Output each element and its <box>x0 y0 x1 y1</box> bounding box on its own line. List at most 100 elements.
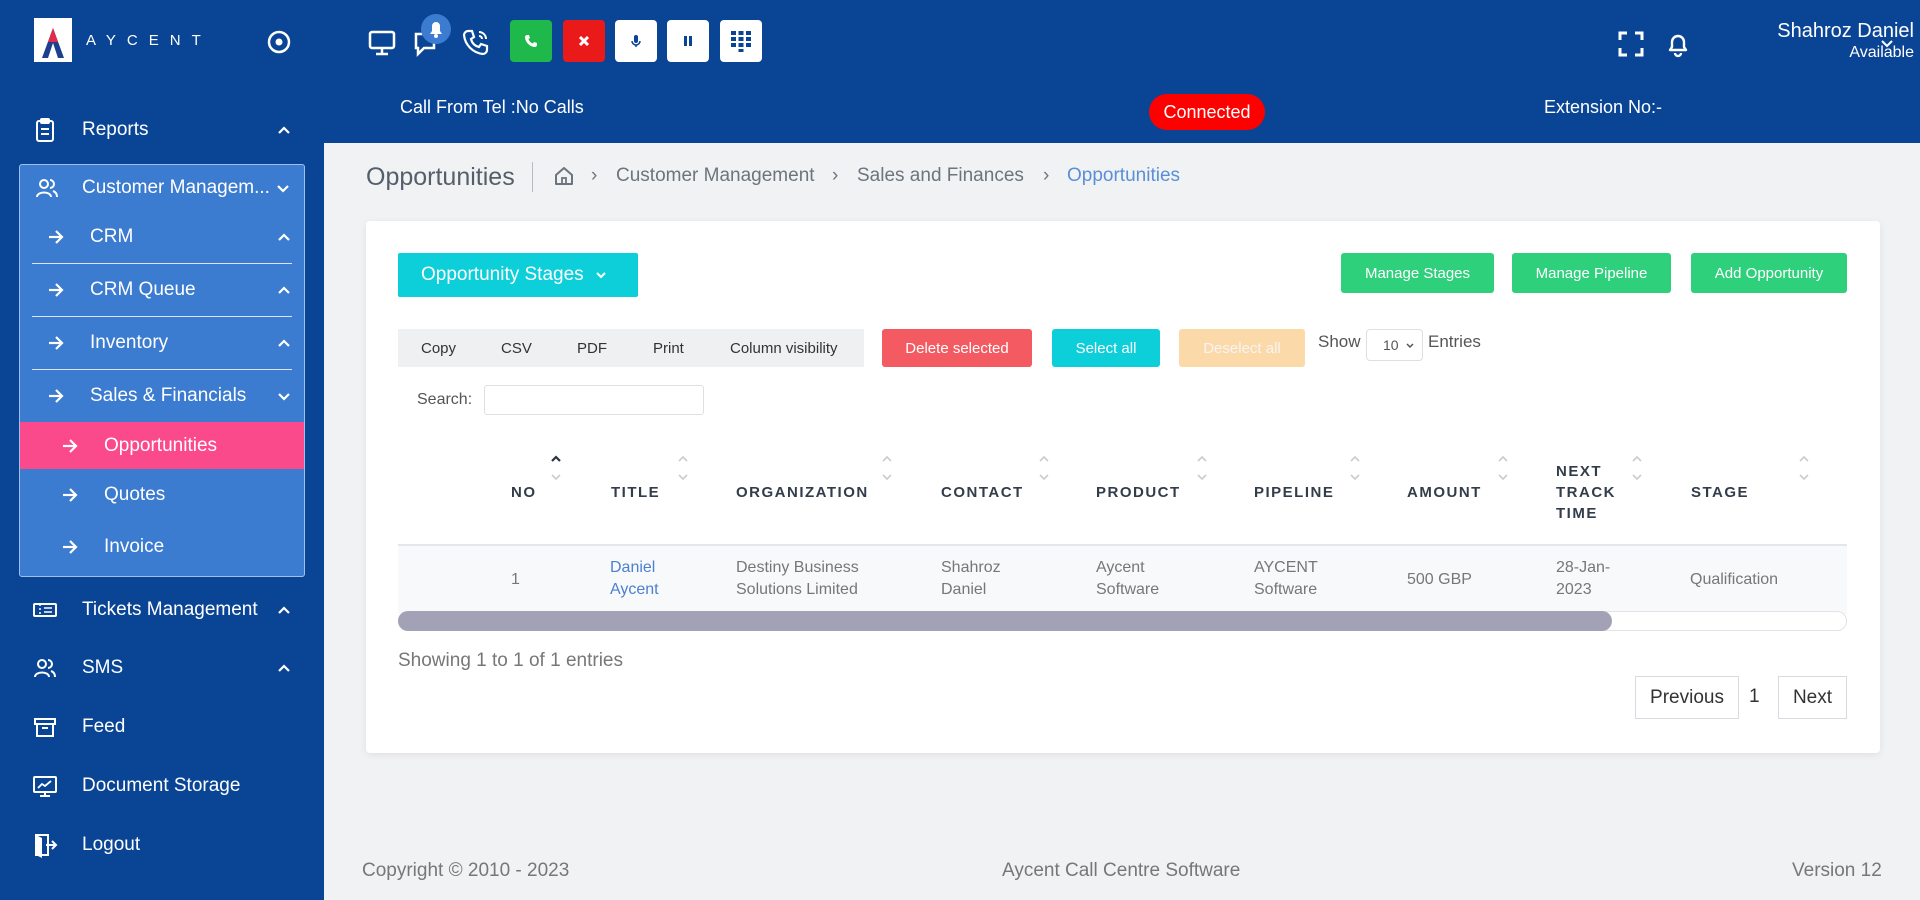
breadcrumb-sales-finances[interactable]: Sales and Finances <box>857 165 1024 187</box>
page-size-select[interactable]: 10 <box>1366 329 1423 361</box>
sort-icon <box>678 455 688 481</box>
opportunities-card: Opportunity Stages Manage Stages Manage … <box>366 221 1880 753</box>
phone-call-icon[interactable] <box>460 26 492 58</box>
entries-info: Showing 1 to 1 of 1 entries <box>398 650 623 671</box>
select-all-button[interactable]: Select all <box>1052 329 1160 367</box>
arrow-right-icon <box>63 438 78 453</box>
sidebar-item-feed[interactable]: Feed <box>0 699 324 755</box>
chevron-up-icon <box>278 233 290 241</box>
deselect-all-button[interactable]: Deselect all <box>1179 329 1305 367</box>
chevron-up-icon <box>278 126 290 134</box>
page-size-value: 10 <box>1383 337 1399 353</box>
column-header-pipeline[interactable]: PIPELINE <box>1254 482 1334 503</box>
sidebar-item-crm[interactable]: CRM <box>20 211 304 263</box>
arrow-right-icon <box>49 336 64 350</box>
sidebar-item-tickets-management[interactable]: Tickets Management <box>0 582 324 638</box>
manage-pipeline-button[interactable]: Manage Pipeline <box>1512 253 1671 293</box>
chevron-down-icon <box>278 393 290 401</box>
current-page[interactable]: 1 <box>1749 686 1760 708</box>
cell-pipeline: AYCENT Software <box>1254 559 1318 598</box>
scrollbar-thumb[interactable] <box>398 611 1612 631</box>
dialpad-button[interactable] <box>720 20 762 62</box>
logo[interactable]: AYCENT <box>34 18 212 62</box>
column-header-organization[interactable]: ORGANIZATION <box>736 482 869 503</box>
footer-copyright: Copyright © 2010 - 2023 <box>362 860 570 881</box>
home-icon[interactable] <box>553 165 575 187</box>
column-header-amount[interactable]: AMOUNT <box>1407 482 1482 503</box>
sidebar-item-label: Opportunities <box>104 434 218 456</box>
print-button[interactable]: Print <box>653 340 684 357</box>
sidebar-item-customer-management[interactable]: Customer Managem... <box>20 165 304 211</box>
pause-icon <box>684 36 692 46</box>
opportunity-stages-label: Opportunity Stages <box>421 264 584 285</box>
column-header-no[interactable]: NO <box>511 482 537 503</box>
column-visibility-button[interactable]: Column visibility <box>730 340 838 357</box>
sidebar-item-opportunities[interactable]: Opportunities <box>20 422 304 469</box>
sort-icon <box>1632 455 1642 481</box>
chevron-down-icon <box>1881 40 1893 48</box>
copy-button[interactable]: Copy <box>421 340 456 357</box>
sidebar-item-label: Document Storage <box>82 775 241 796</box>
connection-status-label: Connected <box>1163 101 1251 122</box>
hold-button[interactable] <box>667 20 709 62</box>
chevron-up-icon <box>278 286 290 294</box>
breadcrumb-customer-management[interactable]: Customer Management <box>616 165 815 187</box>
search-label: Search: <box>417 391 473 408</box>
chevron-down-icon <box>595 272 606 279</box>
column-header-stage[interactable]: STAGE <box>1691 482 1749 503</box>
target-icon[interactable] <box>266 29 292 55</box>
sidebar-item-quotes[interactable]: Quotes <box>20 469 304 521</box>
connection-status-badge: Connected <box>1149 94 1265 130</box>
search-input[interactable] <box>484 385 704 415</box>
pdf-button[interactable]: PDF <box>577 340 607 357</box>
sidebar-item-reports[interactable]: Reports <box>0 102 324 158</box>
divider <box>532 162 533 192</box>
desktop-icon[interactable] <box>366 27 398 59</box>
footer-version: Version 12 <box>1792 860 1882 881</box>
sidebar-item-sales-financials[interactable]: Sales & Financials <box>20 370 304 422</box>
cell-next-track-time: 28-Jan-2023 <box>1556 559 1611 598</box>
add-opportunity-button[interactable]: Add Opportunity <box>1691 253 1847 293</box>
cell-title-link[interactable]: Daniel Aycent <box>610 557 680 601</box>
hangup-call-button[interactable] <box>563 20 605 62</box>
sidebar-item-label: Logout <box>82 834 141 855</box>
sidebar-item-label: SMS <box>82 657 124 678</box>
csv-button[interactable]: CSV <box>501 340 532 357</box>
logout-icon <box>35 834 58 858</box>
cell-product: Aycent Software <box>1096 559 1160 598</box>
show-label: Show <box>1318 332 1361 351</box>
fullscreen-icon[interactable] <box>1617 30 1645 58</box>
sort-icon <box>1350 455 1360 481</box>
users-icon <box>34 659 56 678</box>
sidebar-item-logout[interactable]: Logout <box>0 817 324 873</box>
column-header-contact[interactable]: CONTACT <box>941 482 1024 503</box>
mute-button[interactable] <box>615 20 657 62</box>
column-header-title[interactable]: TITLE <box>611 482 660 503</box>
sidebar: AYCENT Reports Customer Managem... CRM C… <box>0 0 324 900</box>
answer-call-button[interactable] <box>510 20 552 62</box>
breadcrumb-separator: › <box>1043 165 1050 186</box>
sidebar-item-crm-queue[interactable]: CRM Queue <box>20 264 304 316</box>
top-bar: Call From Tel :No Calls Connected Extens… <box>324 0 1920 143</box>
notification-badge[interactable] <box>421 14 451 44</box>
sidebar-item-invoice[interactable]: Invoice <box>20 521 304 573</box>
sidebar-item-sms[interactable]: SMS <box>0 640 324 696</box>
sidebar-item-label: CRM Queue <box>90 279 196 300</box>
sort-icon <box>551 455 561 481</box>
column-header-next-track-time[interactable]: NEXT TRACK TIME <box>1556 461 1626 524</box>
next-page-button[interactable]: Next <box>1778 676 1847 719</box>
chevron-up-icon <box>278 664 290 672</box>
sidebar-item-document-storage[interactable]: Document Storage <box>0 758 324 814</box>
sidebar-item-label: Sales & Financials <box>90 385 247 406</box>
opportunity-stages-dropdown[interactable]: Opportunity Stages <box>398 253 638 297</box>
footer-product: Aycent Call Centre Software <box>1002 860 1241 881</box>
column-header-product[interactable]: PRODUCT <box>1096 482 1181 503</box>
microphone-icon <box>631 35 641 47</box>
breadcrumb-opportunities: Opportunities <box>1067 165 1181 186</box>
sidebar-item-inventory[interactable]: Inventory <box>20 317 304 369</box>
sidebar-item-label: CRM <box>90 226 134 247</box>
previous-page-button[interactable]: Previous <box>1635 676 1739 719</box>
bell-icon[interactable] <box>1664 30 1692 58</box>
delete-selected-button[interactable]: Delete selected <box>882 329 1032 367</box>
manage-stages-button[interactable]: Manage Stages <box>1341 253 1494 293</box>
